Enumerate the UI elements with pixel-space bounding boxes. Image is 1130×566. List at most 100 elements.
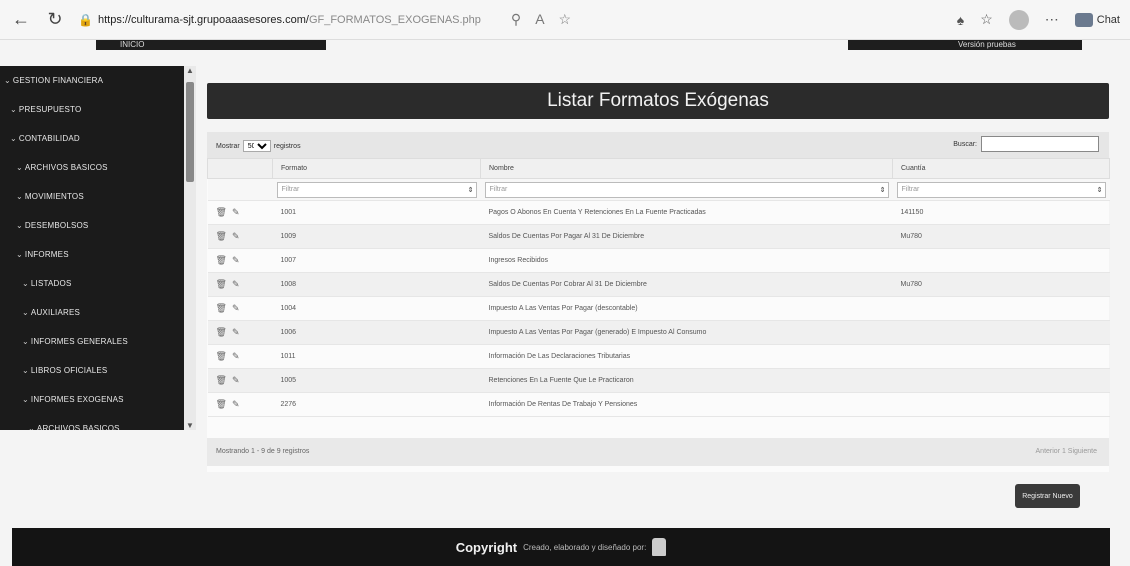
- delete-icon[interactable]: 🗑: [216, 279, 227, 290]
- row-actions: 🗑 ✎: [207, 224, 273, 249]
- chevron-down-icon: ⌄: [28, 424, 35, 430]
- table-row[interactable]: 🗑 ✎ 1009 Saldos De Cuentas Por Pagar Al 31 …: [207, 224, 1110, 249]
- profile-avatar[interactable]: [1008, 9, 1029, 30]
- search-input[interactable]: [981, 136, 1099, 152]
- page-title: Listar Formatos Exógenas: [547, 90, 769, 111]
- cell-cuantia: [892, 344, 1110, 369]
- top-nav-right-label: Versión pruebas: [958, 40, 1016, 49]
- search-control: Buscar:: [953, 136, 1099, 152]
- sidebar-scrollbar[interactable]: ▲ ▼: [184, 66, 196, 430]
- filter-formato-input[interactable]: Filtrar ⇕: [276, 181, 477, 198]
- chevron-down-icon: ⌄: [22, 308, 29, 317]
- table-row[interactable]: 🗑 ✎ 1006 Impuesto A Las Ventas Por Pagar (g…: [207, 320, 1110, 345]
- edit-icon[interactable]: ✎: [232, 399, 240, 410]
- address-bar[interactable]: 🔒 https://culturama-sjt.grupoaaasesores.…: [78, 6, 838, 34]
- delete-icon[interactable]: 🗑: [216, 327, 227, 338]
- row-actions: 🗑 ✎: [207, 368, 273, 393]
- edit-icon[interactable]: ✎: [232, 207, 240, 218]
- edit-icon[interactable]: ✎: [232, 279, 240, 290]
- scroll-down-icon[interactable]: ▼: [186, 421, 194, 430]
- top-nav-strip: INICIO Versión pruebas: [0, 40, 1130, 56]
- table-row[interactable]: 🗑 ✎ 1005 Retenciones En La Fuente Que Le Pr…: [207, 368, 1110, 393]
- chevron-down-icon: ⌄: [22, 366, 29, 375]
- edit-icon[interactable]: ✎: [232, 351, 240, 362]
- cell-formato: 1004: [272, 296, 481, 321]
- sidebar-item[interactable]: ⌄ MOVIMIENTOS: [0, 182, 184, 211]
- favorite-star-icon[interactable]: ☆: [559, 11, 572, 28]
- delete-icon[interactable]: 🗑: [216, 351, 227, 362]
- filter-cuantia-input[interactable]: Filtrar ⇕: [896, 181, 1106, 198]
- column-header-formato[interactable]: Formato: [272, 158, 481, 179]
- table-row[interactable]: 🗑 ✎ 1008 Saldos De Cuentas Por Cobrar Al 31…: [207, 272, 1110, 297]
- delete-icon[interactable]: 🗑: [216, 375, 227, 386]
- page-title-bar: Listar Formatos Exógenas: [207, 83, 1109, 119]
- sidebar-item[interactable]: ⌄ INFORMES EXOGENAS: [0, 385, 184, 414]
- register-new-button[interactable]: Registrar Nuevo: [1015, 484, 1080, 508]
- chevron-down-icon: ⌄: [16, 250, 23, 259]
- sidebar-item[interactable]: ⌄ DESEMBOLSOS: [0, 211, 184, 240]
- delete-icon[interactable]: 🗑: [216, 255, 227, 266]
- edit-icon[interactable]: ✎: [232, 375, 240, 386]
- zoom-icon[interactable]: ⚲: [511, 11, 521, 28]
- sidebar-item[interactable]: ⌄ ARCHIVOS BASICOS: [0, 414, 184, 430]
- chat-icon: [1074, 12, 1093, 27]
- edit-icon[interactable]: ✎: [232, 255, 240, 266]
- scroll-up-icon[interactable]: ▲: [186, 66, 194, 75]
- edit-icon[interactable]: ✎: [232, 231, 240, 242]
- delete-icon[interactable]: 🗑: [216, 231, 227, 242]
- row-actions: 🗑 ✎: [207, 200, 273, 225]
- clear-filter-icon[interactable]: ⇕: [468, 186, 476, 194]
- cell-cuantia: [892, 392, 1110, 417]
- back-icon[interactable]: ←: [8, 7, 34, 33]
- chat-button[interactable]: Chat: [1074, 12, 1120, 27]
- top-nav-left-label[interactable]: INICIO: [120, 40, 144, 50]
- cell-formato: 1007: [272, 248, 481, 273]
- delete-icon[interactable]: 🗑: [216, 399, 227, 410]
- sidebar-item-label: GESTION FINANCIERA: [12, 76, 104, 85]
- delete-icon[interactable]: 🗑: [216, 303, 227, 314]
- clear-filter-icon[interactable]: ⇕: [1097, 186, 1105, 194]
- extensions-icon[interactable]: ♠: [957, 12, 964, 28]
- cell-cuantia: 141150: [892, 200, 1110, 225]
- edit-icon[interactable]: ✎: [232, 303, 240, 314]
- chat-label: Chat: [1096, 13, 1120, 26]
- sidebar-item[interactable]: ⌄ GESTION FINANCIERA: [0, 66, 184, 95]
- column-header-nombre[interactable]: Nombre: [480, 158, 893, 179]
- sidebar-item[interactable]: ⌄ LIBROS OFICIALES: [0, 356, 184, 385]
- sidebar-item[interactable]: ⌄ LISTADOS: [0, 269, 184, 298]
- filter-nombre-input[interactable]: Filtrar ⇕: [484, 181, 889, 198]
- lock-icon: 🔒: [78, 12, 93, 27]
- column-header-actions[interactable]: [207, 158, 273, 179]
- scrollbar-thumb[interactable]: [186, 82, 194, 182]
- cell-nombre: Información De Las Declaraciones Tributa…: [480, 344, 893, 369]
- table-row[interactable]: 🗑 ✎ 2276 Información De Rentas De Trabajo Y…: [207, 392, 1110, 417]
- sidebar-item[interactable]: ⌄ ARCHIVOS BASICOS: [0, 153, 184, 182]
- table-row[interactable]: 🗑 ✎ 1011 Información De Las Declaraciones T…: [207, 344, 1110, 369]
- sidebar-menu: ⌄ GESTION FINANCIERA ⌄ PRESUPUESTO ⌄ CONTABIL…: [0, 66, 184, 430]
- sidebar-item[interactable]: ⌄ AUXILIARES: [0, 298, 184, 327]
- cell-formato: 1011: [272, 344, 481, 369]
- sidebar-item[interactable]: ⌄ PRESUPUESTO: [0, 95, 184, 124]
- column-header-cuantia[interactable]: Cuantía: [892, 158, 1110, 179]
- table-row[interactable]: 🗑 ✎ 1004 Impuesto A Las Ventas Por Pagar (d…: [207, 296, 1110, 321]
- sidebar-item-label: DESEMBOLSOS: [24, 221, 89, 230]
- read-aloud-icon[interactable]: A: [535, 11, 544, 28]
- page-length-control: Mostrar 50 registros: [216, 140, 301, 152]
- browser-toolbar: ← ↻ 🔒 https://culturama-sjt.grupoaaaseso…: [0, 0, 1130, 40]
- page-length-select[interactable]: 50: [242, 140, 271, 152]
- sidebar-item[interactable]: ⌄ INFORMES: [0, 240, 184, 269]
- table-row[interactable]: 🗑 ✎ 1007 Ingresos Recibidos: [207, 248, 1110, 273]
- delete-icon[interactable]: 🗑: [216, 207, 227, 218]
- cell-nombre: Retenciones En La Fuente Que Le Practica…: [480, 368, 893, 393]
- favorites-icon[interactable]: ☆: [980, 11, 993, 28]
- table-row[interactable]: 🗑 ✎ 1001 Pagos O Abonos En Cuenta Y Retenci…: [207, 200, 1110, 225]
- more-menu-icon[interactable]: ⋯: [1045, 11, 1059, 28]
- pagination[interactable]: Anterior 1 Siguiente: [1036, 448, 1097, 455]
- sidebar-item[interactable]: ⌄ INFORMES GENERALES: [0, 327, 184, 356]
- clear-filter-icon[interactable]: ⇕: [880, 186, 888, 194]
- sidebar-item[interactable]: ⌄ CONTABILIDAD: [0, 124, 184, 153]
- cell-nombre: Información De Rentas De Trabajo Y Pensi…: [480, 392, 893, 417]
- refresh-icon[interactable]: ↻: [42, 7, 68, 33]
- edit-icon[interactable]: ✎: [232, 327, 240, 338]
- table-footer: Mostrando 1 - 9 de 9 registros Anterior …: [207, 438, 1109, 466]
